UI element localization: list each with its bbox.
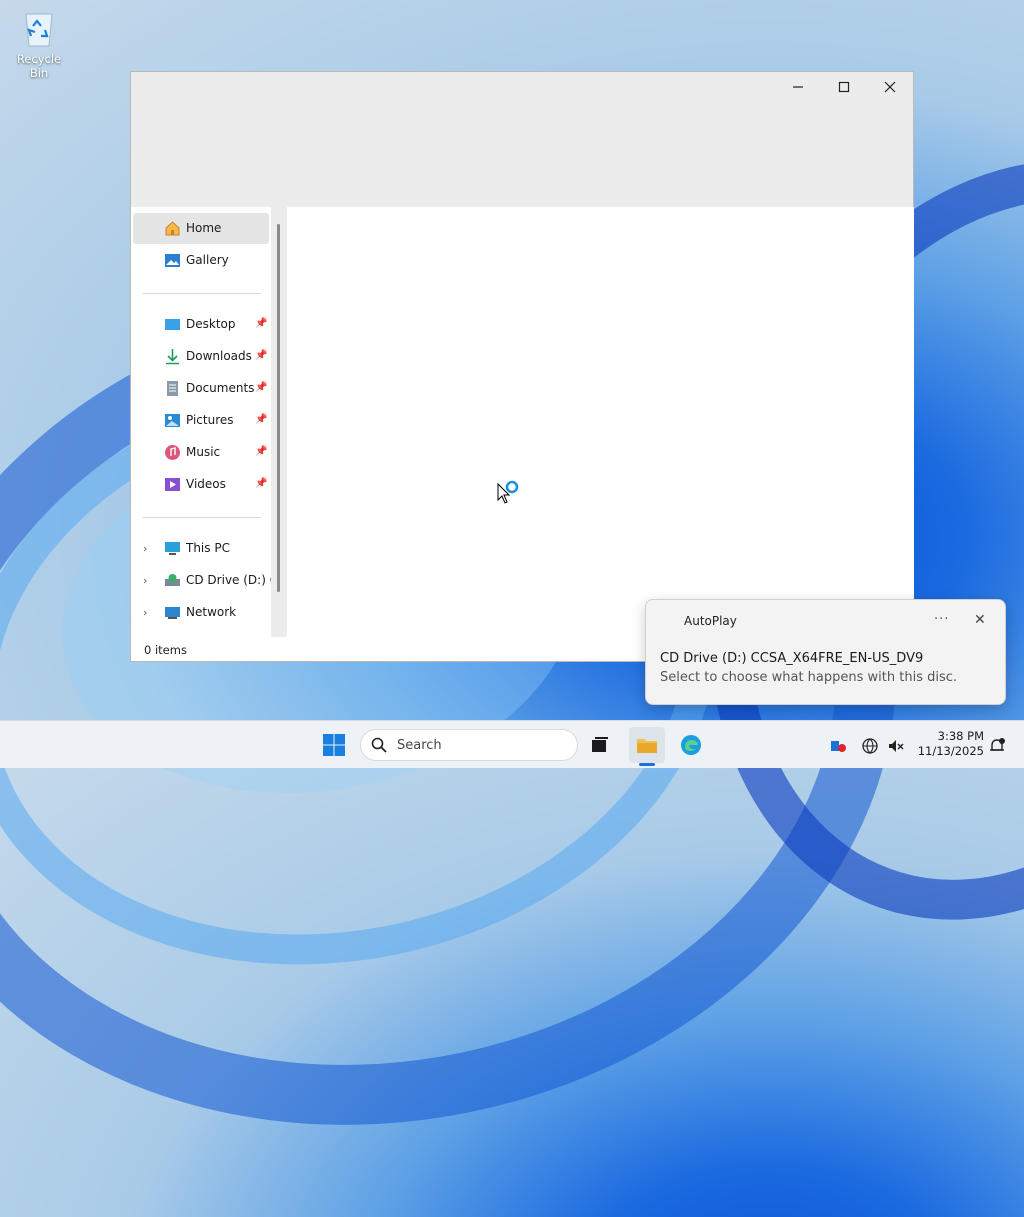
toast-title: CD Drive (D:) CCSA_X64FRE_EN-US_DV9 [660, 651, 924, 666]
maximize-icon [838, 81, 850, 93]
notification-bell-icon[interactable] [988, 737, 1006, 755]
search-icon [371, 737, 387, 753]
search-placeholder: Search [397, 738, 442, 753]
file-explorer-taskbar-button[interactable] [629, 727, 665, 763]
task-view-button[interactable] [582, 727, 618, 763]
nav-label: This PC [186, 541, 230, 555]
more-options-icon[interactable]: ··· [934, 612, 949, 627]
start-button[interactable] [316, 727, 352, 763]
recycle-bin-label: Recycle Bin [16, 52, 62, 80]
cd-drive-icon [165, 574, 180, 586]
minimize-icon [793, 86, 803, 88]
gallery-icon [165, 254, 180, 267]
pin-icon: 📌 [255, 350, 268, 361]
autoplay-notification[interactable]: AutoPlay ··· ✕ CD Drive (D:) CCSA_X64FRE… [645, 599, 1006, 705]
taskbar-clock[interactable]: 3:38 PM 11/13/2025 [912, 729, 984, 759]
globe-icon[interactable] [861, 737, 879, 755]
task-view-icon [592, 737, 608, 752]
pictures-icon [165, 414, 180, 427]
divider [143, 517, 261, 518]
nav-item-network[interactable]: › Network [133, 597, 269, 628]
computer-icon [165, 542, 180, 555]
edge-taskbar-button[interactable] [673, 727, 709, 763]
download-icon [166, 349, 179, 365]
file-explorer-window: Home Gallery Desktop 📌 Downloads 📌 Docum… [130, 71, 914, 662]
nav-label: Music [186, 445, 221, 459]
recycle-bin-icon [21, 8, 57, 48]
taskbar: Search 3:38 PM 11/13/2025 [0, 720, 1024, 768]
pin-icon: 📌 [255, 414, 268, 425]
chevron-right-icon[interactable]: › [143, 606, 153, 619]
folder-icon [637, 739, 657, 753]
videos-icon [165, 478, 180, 491]
nav-label: Home [186, 221, 222, 235]
toast-app-name: AutoPlay [684, 614, 737, 628]
nav-label: Network [186, 605, 237, 619]
windows-logo-icon [323, 734, 345, 756]
pin-icon: 📌 [255, 318, 268, 329]
nav-scrollbar[interactable] [277, 224, 280, 592]
minimize-button[interactable] [775, 72, 821, 102]
nav-label: Gallery [186, 253, 229, 267]
nav-label: Documents [186, 381, 255, 395]
nav-item-this-pc[interactable]: › This PC [133, 533, 269, 564]
nav-item-music[interactable]: Music 📌 [133, 437, 269, 468]
title-bar[interactable] [131, 72, 913, 207]
nav-item-desktop[interactable]: Desktop 📌 [133, 309, 269, 340]
pin-icon: 📌 [255, 478, 268, 489]
nav-label: Downloads [186, 349, 252, 363]
nav-label: Desktop [186, 317, 236, 331]
nav-label: Pictures [186, 413, 234, 427]
close-button[interactable] [867, 72, 913, 102]
nav-item-cd-drive[interactable]: › CD Drive (D:) CC [133, 565, 271, 596]
network-icon [165, 607, 180, 619]
home-icon [165, 221, 180, 236]
document-icon [167, 381, 178, 396]
nav-item-home[interactable]: Home [133, 213, 269, 244]
maximize-button[interactable] [821, 72, 867, 102]
nav-item-downloads[interactable]: Downloads 📌 [133, 341, 269, 372]
volume-muted-icon[interactable] [887, 737, 905, 755]
toast-body: Select to choose what happens with this … [660, 670, 958, 685]
chevron-right-icon[interactable]: › [143, 574, 153, 587]
pin-icon: 📌 [255, 446, 268, 457]
navigation-pane: Home Gallery Desktop 📌 Downloads 📌 Docum… [131, 207, 271, 640]
divider [143, 293, 261, 294]
clock-date: 11/13/2025 [917, 744, 984, 758]
recycle-bin-desktop-icon[interactable]: Recycle Bin [6, 8, 72, 80]
edge-icon [681, 735, 701, 755]
nav-label: CD Drive (D:) CC [186, 573, 271, 587]
toast-close-icon[interactable]: ✕ [974, 612, 986, 628]
taskbar-search-box[interactable]: Search [360, 729, 578, 761]
defender-tray-icon[interactable] [829, 737, 847, 755]
close-icon [884, 81, 896, 93]
content-pane[interactable] [287, 207, 914, 640]
busy-cursor-icon [497, 480, 519, 504]
clock-time: 3:38 PM [937, 729, 984, 743]
nav-item-pictures[interactable]: Pictures 📌 [133, 405, 269, 436]
nav-item-documents[interactable]: Documents 📌 [133, 373, 269, 404]
desktop-icon [165, 319, 180, 330]
nav-item-gallery[interactable]: Gallery [133, 245, 269, 276]
active-app-indicator [639, 763, 655, 766]
nav-label: Videos [186, 477, 226, 491]
nav-item-videos[interactable]: Videos 📌 [133, 469, 269, 500]
pin-icon: 📌 [255, 382, 268, 393]
item-count: 0 items [144, 643, 187, 657]
music-icon [165, 445, 180, 460]
chevron-right-icon[interactable]: › [143, 542, 153, 555]
